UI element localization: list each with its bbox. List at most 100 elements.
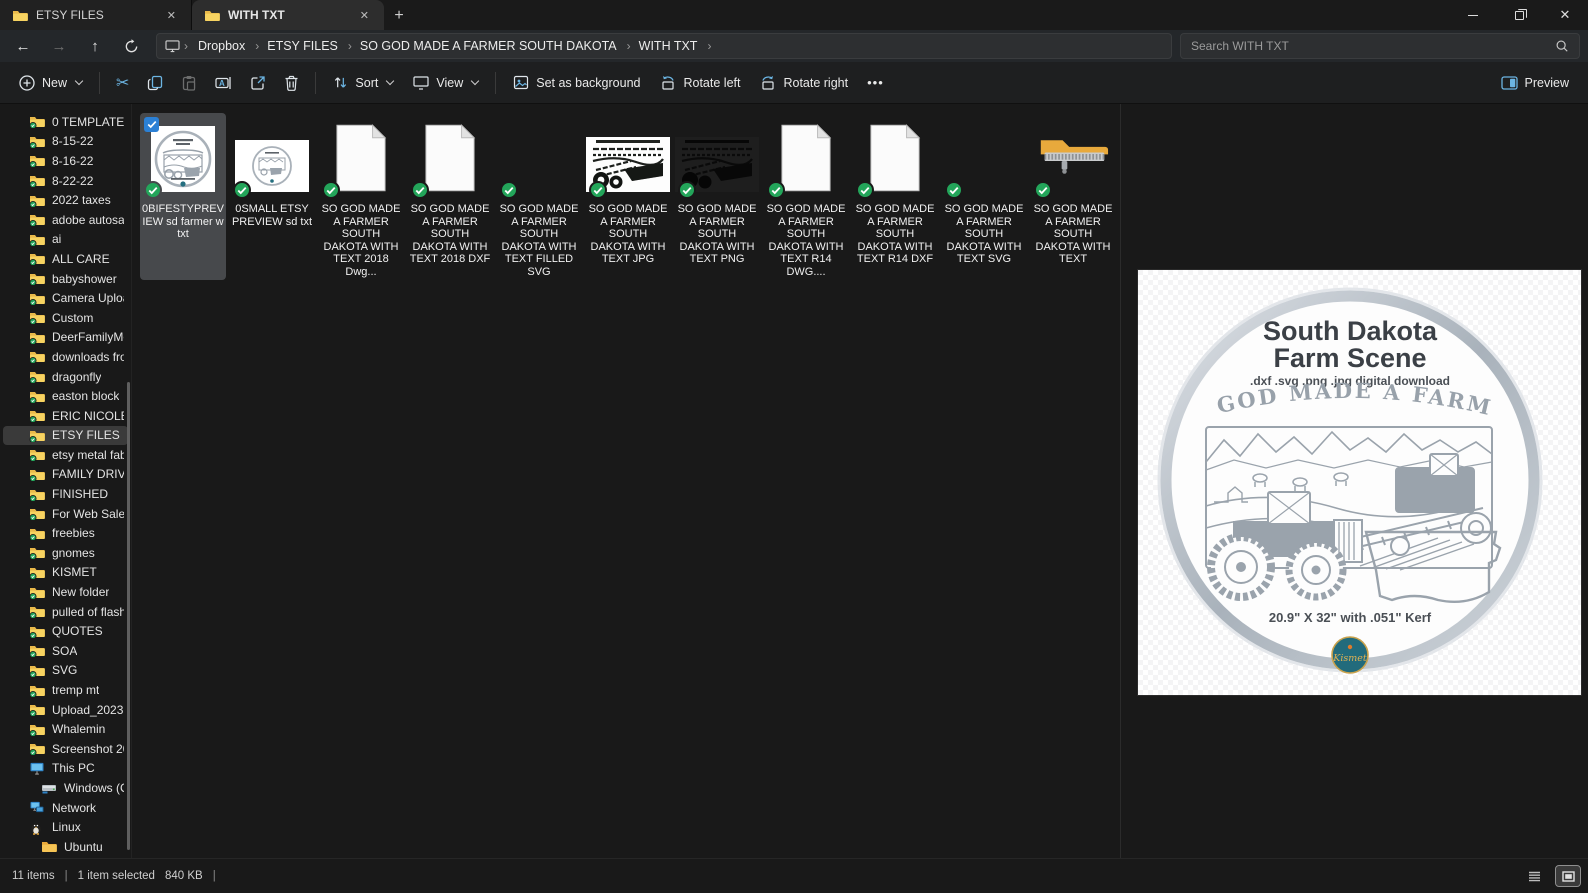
file-tile[interactable]: SO GOD MADE A FARMER SOUTH DAKOTA WITH T… bbox=[407, 113, 493, 280]
set-as-background-button[interactable]: Set as background bbox=[504, 67, 649, 99]
breadcrumb-item[interactable]: Dropbox › bbox=[192, 37, 261, 55]
sidebar-item[interactable]: ETSY FILES bbox=[3, 426, 128, 446]
paste-button[interactable] bbox=[173, 67, 205, 99]
view-label: View bbox=[436, 76, 463, 90]
sidebar-item[interactable]: Ubuntu bbox=[3, 837, 128, 857]
sidebar-item[interactable]: tremp mt bbox=[3, 680, 128, 700]
sidebar-item[interactable]: 8-15-22 bbox=[3, 132, 128, 152]
navigation-sidebar: 0 TEMPLATES bbox=[0, 104, 132, 858]
file-tile[interactable]: SO GOD MADE A FARMER SOUTH DAKOTA WITH T… bbox=[1030, 113, 1116, 280]
cut-button[interactable]: ✂ bbox=[108, 67, 137, 99]
sidebar-item[interactable]: Linux bbox=[3, 817, 128, 837]
sidebar-item-label: Screenshot 2023 bbox=[52, 742, 124, 756]
sidebar-item[interactable]: SVG bbox=[3, 661, 128, 681]
sidebar-item[interactable]: This PC bbox=[3, 759, 128, 779]
file-tile[interactable]: SO GOD MADE A FARMER SOUTH DAKOTA WITH T… bbox=[763, 113, 849, 280]
new-button[interactable]: New bbox=[10, 67, 91, 99]
file-tile[interactable]: SO GOD MADE A FARMER SOUTH DAKOTA WITH T… bbox=[852, 113, 938, 280]
copy-button[interactable] bbox=[139, 67, 171, 99]
sidebar-item[interactable]: 0 TEMPLATES bbox=[3, 112, 128, 132]
sidebar-item[interactable]: adobe autosave bbox=[3, 210, 128, 230]
share-button[interactable] bbox=[242, 67, 274, 99]
sidebar-item[interactable]: Network bbox=[3, 798, 128, 818]
scissors-icon: ✂ bbox=[116, 73, 129, 93]
chevron-right-icon: › bbox=[705, 39, 713, 53]
sidebar-item-label: dragonfly bbox=[52, 370, 101, 384]
sidebar-item[interactable]: babyshower bbox=[3, 269, 128, 289]
sidebar-item[interactable]: ai bbox=[3, 230, 128, 250]
sidebar-item[interactable]: DeerFamilyMou bbox=[3, 328, 128, 348]
file-tile[interactable]: SO GOD MADE A FARMER SOUTH DAKOTA WITH T… bbox=[941, 113, 1027, 280]
sidebar-item[interactable]: FAMILY DRIVEN bbox=[3, 465, 128, 485]
sidebar-item[interactable]: 8-22-22 bbox=[3, 171, 128, 191]
refresh-button[interactable] bbox=[114, 33, 148, 59]
sidebar-item[interactable]: Camera Upload bbox=[3, 288, 128, 308]
sidebar-item[interactable]: KISMET bbox=[3, 563, 128, 583]
file-tile[interactable]: SO GOD MADE A FARMER SOUTH DAKOTA WITH T… bbox=[318, 113, 404, 280]
sidebar-item[interactable]: 2022 taxes bbox=[3, 190, 128, 210]
chevron-down-icon bbox=[386, 77, 394, 85]
breadcrumb-item[interactable]: WITH TXT › bbox=[633, 37, 714, 55]
selection-checkbox[interactable] bbox=[144, 117, 159, 132]
sort-button[interactable]: Sort bbox=[324, 67, 402, 99]
close-tab-icon[interactable]: ✕ bbox=[355, 7, 374, 24]
sidebar-item[interactable]: Windows (C:) bbox=[3, 778, 128, 798]
file-tile[interactable]: 0BIFESTYPREVIEW sd farmer w txt bbox=[140, 113, 226, 280]
sidebar-item[interactable]: etsy metal fab bbox=[3, 445, 128, 465]
new-tab-button[interactable]: + bbox=[384, 2, 414, 30]
file-tile[interactable]: 0SMALL ETSY PREVIEW sd txt bbox=[229, 113, 315, 280]
sidebar-item[interactable]: pulled of flash bbox=[3, 602, 128, 622]
rename-button[interactable]: A bbox=[207, 67, 240, 99]
sidebar-item[interactable]: Upload_2023100 bbox=[3, 700, 128, 720]
sidebar-item[interactable]: For Web Sales bbox=[3, 504, 128, 524]
sidebar-item[interactable]: Screenshot 2023 bbox=[3, 739, 128, 759]
tab-with-txt[interactable]: WITH TXT ✕ bbox=[192, 0, 384, 30]
dropbox-folder-icon bbox=[29, 409, 45, 422]
sidebar-item[interactable]: FINISHED bbox=[3, 484, 128, 504]
breadcrumb-label[interactable]: WITH TXT bbox=[633, 37, 704, 55]
sidebar-item[interactable]: gnomes bbox=[3, 543, 128, 563]
sidebar-item[interactable]: New folder bbox=[3, 582, 128, 602]
up-button[interactable]: ↑ bbox=[78, 33, 112, 59]
address-bar[interactable]: › Dropbox › ETSY FILES › SO GOD MADE A F… bbox=[156, 33, 1172, 59]
sidebar-item[interactable]: dragonfly bbox=[3, 367, 128, 387]
file-icon bbox=[498, 115, 580, 199]
sidebar-item[interactable]: ALL CARE bbox=[3, 249, 128, 269]
sidebar-item-label: New folder bbox=[52, 585, 109, 599]
breadcrumb-label[interactable]: ETSY FILES bbox=[261, 37, 344, 55]
minimize-button[interactable] bbox=[1450, 0, 1496, 30]
sidebar-item[interactable]: freebies bbox=[3, 523, 128, 543]
search-box[interactable] bbox=[1180, 33, 1580, 59]
search-input[interactable] bbox=[1191, 39, 1547, 53]
file-tile[interactable]: SO GOD MADE A FARMER SOUTH DAKOTA WITH T… bbox=[496, 113, 582, 280]
details-view-button[interactable] bbox=[1522, 866, 1546, 886]
sidebar-item[interactable]: ERIC NICOLE N bbox=[3, 406, 128, 426]
breadcrumb-label[interactable]: Dropbox bbox=[192, 37, 251, 55]
see-more-button[interactable]: ••• bbox=[859, 67, 892, 99]
preview-toggle-button[interactable]: Preview bbox=[1492, 67, 1578, 99]
sidebar-item[interactable]: easton block bbox=[3, 386, 128, 406]
view-button[interactable]: View bbox=[404, 67, 487, 99]
thumbnail-view-button[interactable] bbox=[1556, 866, 1580, 886]
rotate-right-button[interactable]: Rotate right bbox=[751, 67, 857, 99]
sidebar-scrollbar[interactable] bbox=[127, 382, 130, 850]
sidebar-item[interactable]: Custom bbox=[3, 308, 128, 328]
close-button[interactable]: ✕ bbox=[1542, 0, 1588, 30]
sidebar-item[interactable]: Whalemin bbox=[3, 719, 128, 739]
breadcrumb-item[interactable]: SO GOD MADE A FARMER SOUTH DAKOTA › bbox=[354, 37, 633, 55]
sidebar-item[interactable]: 8-16-22 bbox=[3, 151, 128, 171]
sidebar-item[interactable]: QUOTES bbox=[3, 621, 128, 641]
back-button[interactable]: ← bbox=[6, 33, 40, 59]
file-tile[interactable]: SO GOD MADE A FARMER SOUTH DAKOTA WITH T… bbox=[674, 113, 760, 280]
sidebar-item[interactable]: downloads fror bbox=[3, 347, 128, 367]
rotate-left-button[interactable]: Rotate left bbox=[651, 67, 749, 99]
delete-button[interactable] bbox=[276, 67, 307, 99]
file-tile[interactable]: SO GOD MADE A FARMER SOUTH DAKOTA WITH T… bbox=[585, 113, 671, 280]
restore-button[interactable] bbox=[1496, 0, 1542, 30]
forward-button[interactable]: → bbox=[42, 33, 76, 59]
sidebar-item[interactable]: SOA bbox=[3, 641, 128, 661]
breadcrumb-label[interactable]: SO GOD MADE A FARMER SOUTH DAKOTA bbox=[354, 37, 623, 55]
breadcrumb-item[interactable]: ETSY FILES › bbox=[261, 37, 354, 55]
tab-etsy-files[interactable]: ETSY FILES ✕ bbox=[0, 0, 192, 30]
close-tab-icon[interactable]: ✕ bbox=[162, 7, 181, 24]
